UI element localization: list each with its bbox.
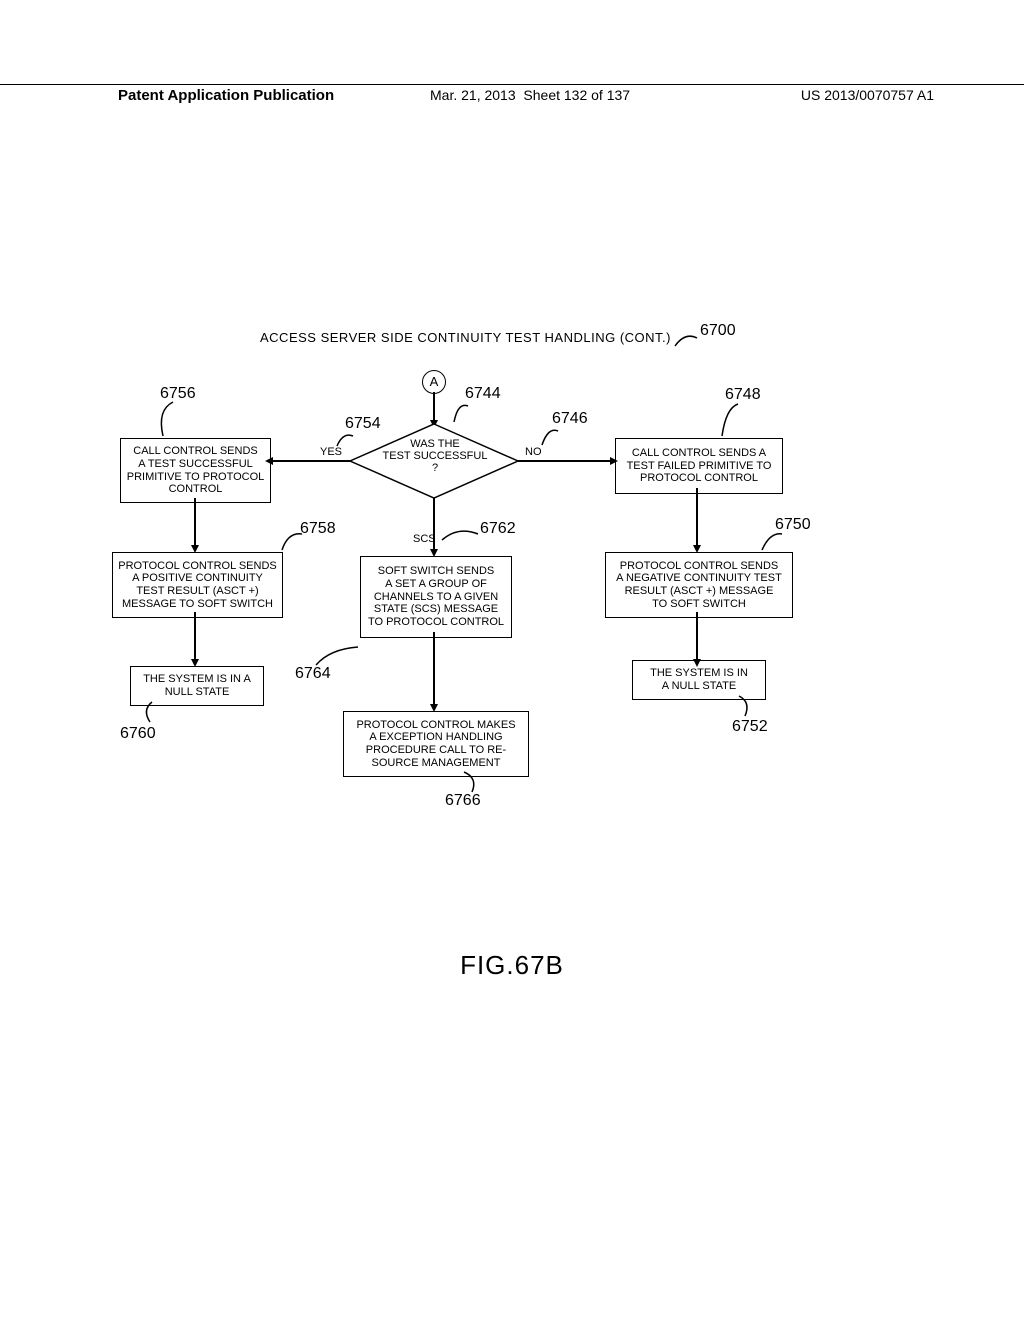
line-no bbox=[518, 460, 613, 462]
connector-a: A bbox=[422, 370, 446, 394]
flowchart-diagram: ACCESS SERVER SIDE CONTINUITY TEST HANDL… bbox=[120, 330, 900, 930]
leader-6762 bbox=[440, 528, 480, 543]
header-publication: Patent Application Publication bbox=[118, 87, 334, 104]
label-no: NO bbox=[525, 446, 542, 458]
header-date-sheet: Mar. 21, 2013 Sheet 132 of 137 bbox=[430, 87, 630, 103]
ref-6754: 6754 bbox=[345, 415, 381, 433]
box-6756: CALL CONTROL SENDS A TEST SUCCESSFUL PRI… bbox=[120, 438, 271, 503]
leader-6756 bbox=[155, 400, 175, 438]
ref-6752: 6752 bbox=[732, 718, 768, 736]
ref-6760: 6760 bbox=[120, 725, 156, 743]
line-6764-6766 bbox=[433, 632, 435, 707]
diagram-title: ACCESS SERVER SIDE CONTINUITY TEST HANDL… bbox=[260, 330, 671, 345]
line-a-to-decision bbox=[433, 392, 435, 422]
ref-6756: 6756 bbox=[160, 385, 196, 403]
figure-label: FIG.67B bbox=[0, 950, 1024, 981]
ref-6748: 6748 bbox=[725, 386, 761, 404]
line-6756-6758 bbox=[194, 498, 196, 548]
leader-6744 bbox=[452, 400, 472, 425]
leader-6748 bbox=[720, 402, 740, 438]
line-6748-6750 bbox=[696, 488, 698, 548]
ref-6750: 6750 bbox=[775, 516, 811, 534]
box-6750: PROTOCOL CONTROL SENDS A NEGATIVE CONTIN… bbox=[605, 552, 793, 618]
ref-6766: 6766 bbox=[445, 792, 481, 810]
ref-6744: 6744 bbox=[465, 385, 501, 403]
leader-6746 bbox=[540, 425, 560, 447]
line-6758-6760 bbox=[194, 612, 196, 662]
label-scs: SCS bbox=[413, 533, 436, 545]
decision-text: WAS THE TEST SUCCESSFUL ? bbox=[380, 438, 490, 474]
ref-6764: 6764 bbox=[295, 665, 331, 683]
ref-6758: 6758 bbox=[300, 520, 336, 538]
line-yes bbox=[272, 460, 350, 462]
ref-6700: 6700 bbox=[700, 322, 736, 340]
ref-6746: 6746 bbox=[552, 410, 588, 428]
leader-6752 bbox=[735, 694, 757, 719]
page-header: Patent Application Publication Mar. 21, … bbox=[0, 84, 1024, 117]
leader-6760 bbox=[138, 700, 158, 725]
box-6766: PROTOCOL CONTROL MAKES A EXCEPTION HANDL… bbox=[343, 711, 529, 777]
box-6764: SOFT SWITCH SENDS A SET A GROUP OF CHANN… bbox=[360, 556, 512, 638]
ref-6762: 6762 bbox=[480, 520, 516, 538]
box-6758: PROTOCOL CONTROL SENDS A POSITIVE CONTIN… bbox=[112, 552, 283, 618]
header-pubno: US 2013/0070757 A1 bbox=[801, 87, 934, 103]
box-6748: CALL CONTROL SENDS A TEST FAILED PRIMITI… bbox=[615, 438, 783, 494]
line-6750-6752 bbox=[696, 612, 698, 662]
